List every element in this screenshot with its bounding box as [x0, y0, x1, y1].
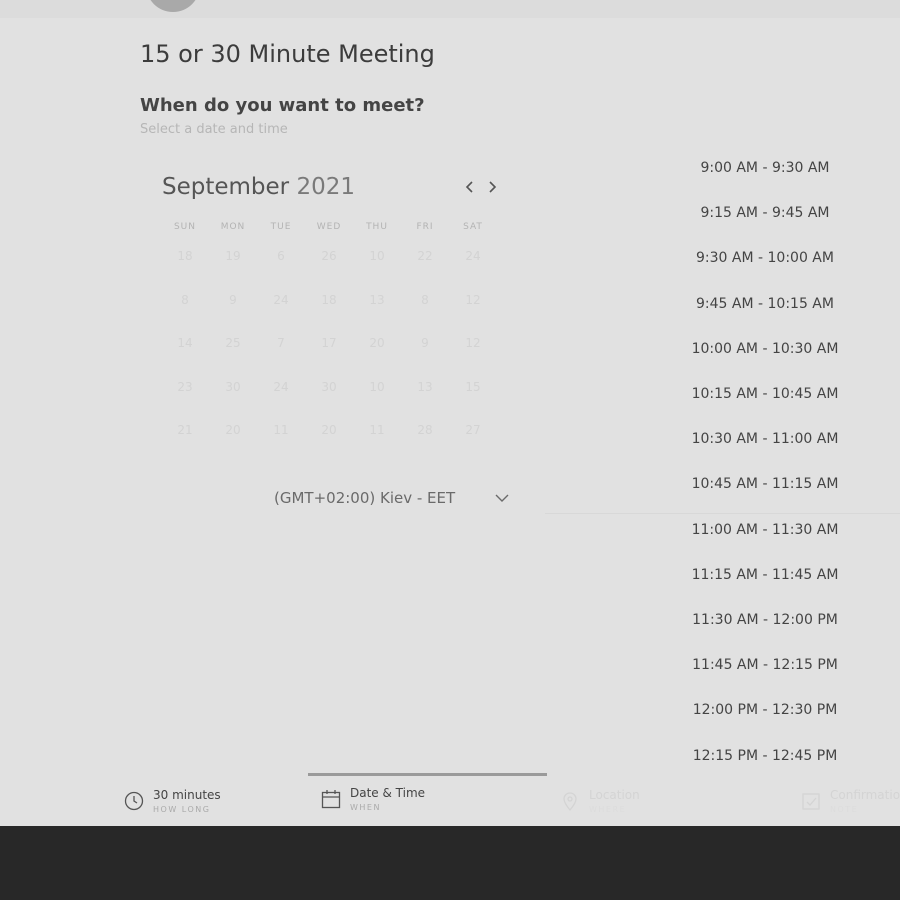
calendar-day[interactable]: 30: [305, 380, 353, 394]
time-slot[interactable]: 9:45 AM - 10:15 AM: [660, 296, 870, 312]
year: 2021: [296, 174, 355, 200]
time-slot[interactable]: 10:45 AM - 11:15 AM: [660, 476, 870, 492]
calendar-day[interactable]: 10: [353, 380, 401, 394]
calendar-day[interactable]: 20: [209, 423, 257, 437]
calendar-day[interactable]: 22: [401, 249, 449, 263]
top-bar-text: [212, 0, 492, 4]
chevron-right-icon: [489, 181, 497, 193]
time-slot[interactable]: 9:15 AM - 9:45 AM: [660, 205, 870, 221]
section-subtitle: Select a date and time: [140, 122, 288, 137]
calendar-day[interactable]: 7: [257, 336, 305, 350]
calendar-day[interactable]: 20: [353, 336, 401, 350]
weekday-label: MON: [220, 222, 246, 232]
step-sublabel: WHEN: [350, 803, 381, 812]
calendar-day[interactable]: 12: [449, 336, 497, 350]
step-sublabel: NOTE: [830, 805, 859, 814]
weekday-label: WED: [316, 222, 342, 232]
location-pin-icon: [563, 792, 577, 811]
calendar-day[interactable]: 15: [449, 380, 497, 394]
calendar-day[interactable]: 24: [257, 380, 305, 394]
calendar-day[interactable]: 18: [161, 249, 209, 263]
avatar: [146, 0, 200, 12]
scheduler-app: 15 or 30 Minute Meeting When do you want…: [0, 0, 900, 826]
time-slot[interactable]: 12:15 PM - 12:45 PM: [660, 748, 870, 764]
time-slot[interactable]: 10:00 AM - 10:30 AM: [660, 341, 870, 357]
calendar-day[interactable]: 14: [161, 336, 209, 350]
top-bar: [0, 0, 900, 18]
divider: [545, 513, 900, 514]
calendar-day[interactable]: 25: [209, 336, 257, 350]
calendar-day[interactable]: 12: [449, 293, 497, 307]
calendar-day[interactable]: 11: [257, 423, 305, 437]
step-sublabel: WHERE: [589, 805, 627, 814]
calendar-day[interactable]: 27: [449, 423, 497, 437]
confirmation-icon: [802, 793, 820, 810]
calendar-day[interactable]: 30: [209, 380, 257, 394]
next-month-button[interactable]: [487, 178, 497, 199]
calendar-day[interactable]: 11: [353, 423, 401, 437]
step-label: 30 minutes: [153, 788, 221, 802]
weekday-label: SUN: [173, 222, 197, 232]
prev-month-button[interactable]: [465, 178, 475, 199]
calendar-day[interactable]: 9: [401, 336, 449, 350]
calendar-day[interactable]: 19: [209, 249, 257, 263]
calendar-day[interactable]: 23: [161, 380, 209, 394]
weekday-label: TUE: [270, 222, 292, 232]
calendar-day[interactable]: 24: [449, 249, 497, 263]
time-slot[interactable]: 11:15 AM - 11:45 AM: [660, 567, 870, 583]
calendar-day[interactable]: 21: [161, 423, 209, 437]
active-step-indicator: [308, 773, 547, 776]
time-slot[interactable]: 9:00 AM - 9:30 AM: [660, 160, 870, 176]
weekday-label: THU: [366, 222, 388, 232]
time-slot[interactable]: 11:30 AM - 12:00 PM: [660, 612, 870, 628]
calendar-day[interactable]: 13: [353, 293, 401, 307]
timezone-select[interactable]: (GMT+02:00) Kiev - EET: [274, 489, 455, 507]
calendar-day[interactable]: 26: [305, 249, 353, 263]
time-slot[interactable]: 12:00 PM - 12:30 PM: [660, 702, 870, 718]
page-title: 15 or 30 Minute Meeting: [140, 40, 435, 68]
clock-icon: [124, 791, 144, 811]
step-bar: 30 minutes HOW LONG Date & Time WHEN Loc…: [0, 773, 900, 826]
calendar-icon: [321, 790, 341, 809]
calendar-day[interactable]: 24: [257, 293, 305, 307]
time-slot[interactable]: 10:30 AM - 11:00 AM: [660, 431, 870, 447]
weekday-label: SAT: [463, 222, 483, 232]
time-slot[interactable]: 10:15 AM - 10:45 AM: [660, 386, 870, 402]
time-slot[interactable]: 9:30 AM - 10:00 AM: [660, 250, 870, 266]
month-name: September: [162, 174, 290, 200]
calendar-day[interactable]: 9: [209, 293, 257, 307]
calendar-day[interactable]: 20: [305, 423, 353, 437]
chevron-down-icon[interactable]: [495, 492, 509, 504]
step-label: Date & Time: [350, 786, 426, 800]
time-slot[interactable]: 11:45 AM - 12:15 PM: [660, 657, 870, 673]
calendar-day[interactable]: 13: [401, 380, 449, 394]
time-slot[interactable]: 11:00 AM - 11:30 AM: [660, 522, 870, 538]
chevron-left-icon: [465, 181, 473, 193]
step-label: Location: [589, 788, 640, 802]
step-sublabel: HOW LONG: [153, 805, 211, 814]
calendar-day[interactable]: 10: [353, 249, 401, 263]
calendar-day[interactable]: 6: [257, 249, 305, 263]
calendar-day[interactable]: 8: [161, 293, 209, 307]
section-heading: When do you want to meet?: [140, 95, 425, 116]
calendar-day[interactable]: 28: [401, 423, 449, 437]
calendar-day[interactable]: 8: [401, 293, 449, 307]
weekday-label: FRI: [416, 222, 434, 232]
calendar-day[interactable]: 17: [305, 336, 353, 350]
calendar-month-label: September 2021: [162, 174, 355, 200]
step-label: Confirmation: [830, 788, 900, 802]
calendar-day[interactable]: 18: [305, 293, 353, 307]
